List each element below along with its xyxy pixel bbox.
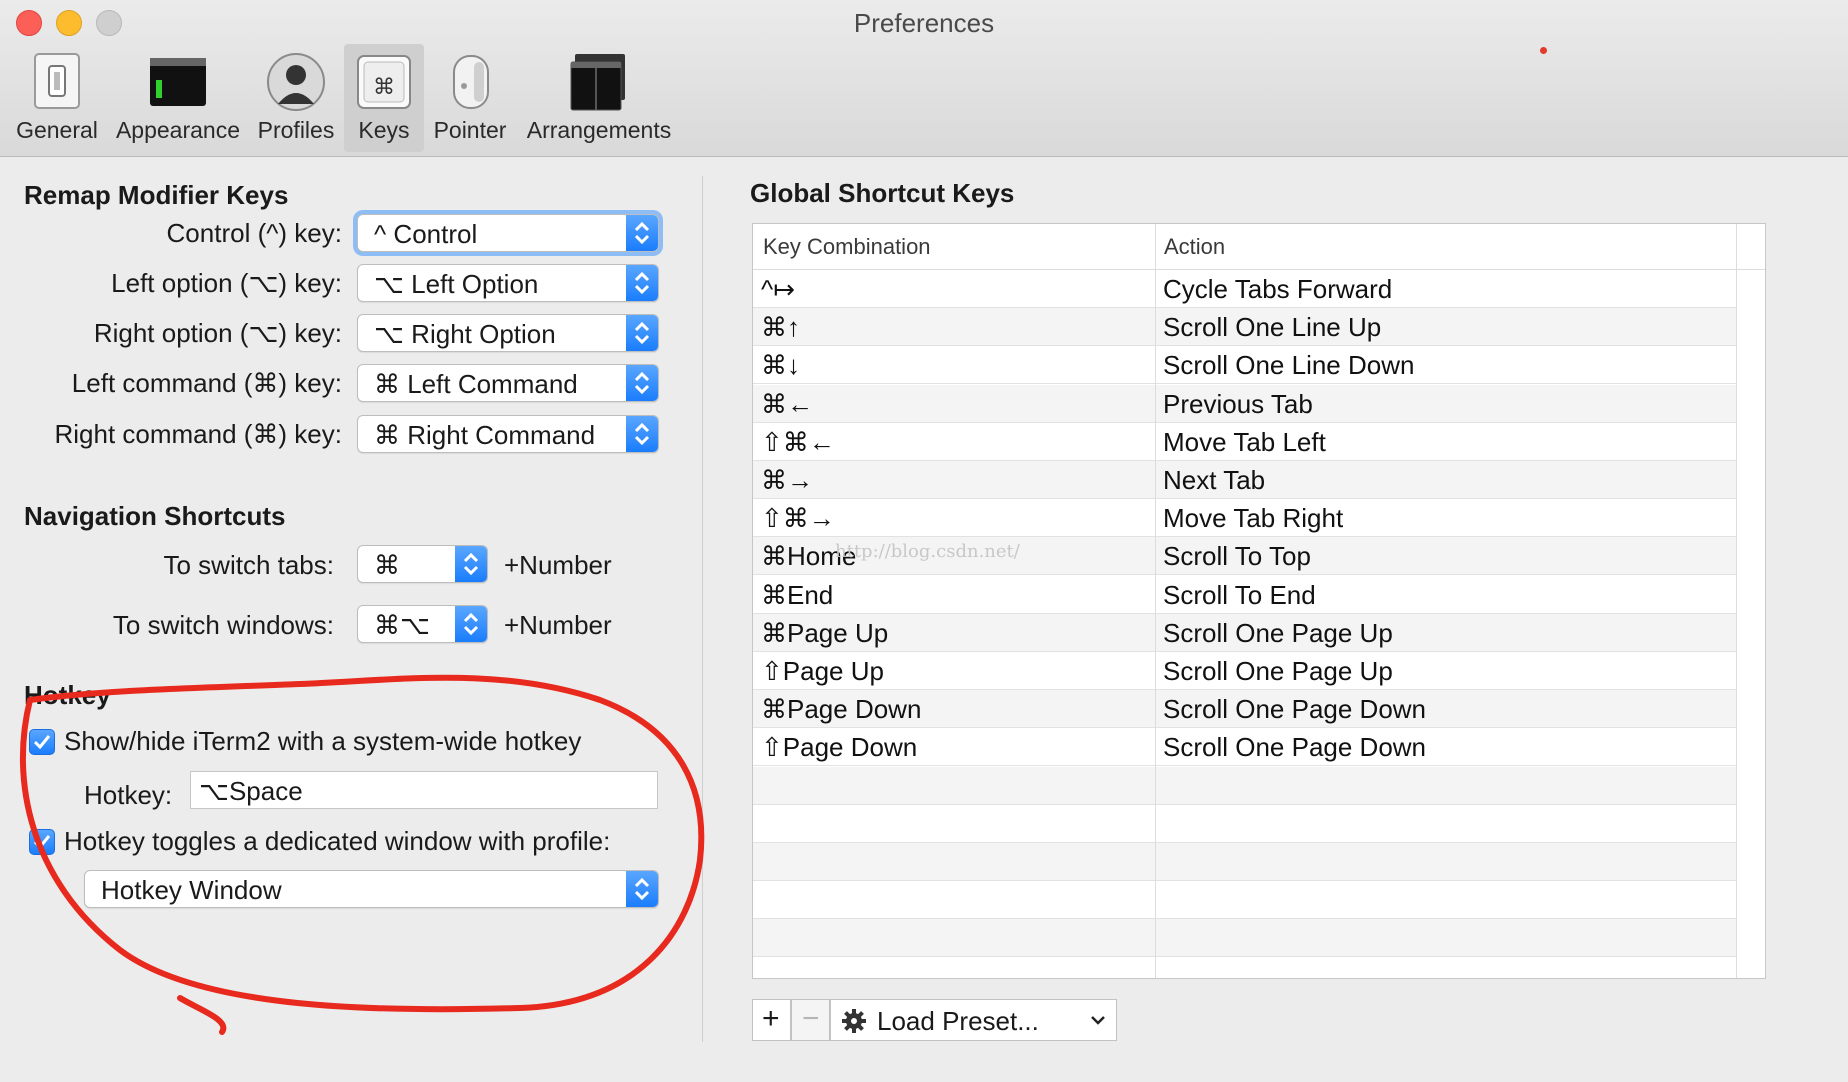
annotation-circle	[19, 674, 705, 1035]
